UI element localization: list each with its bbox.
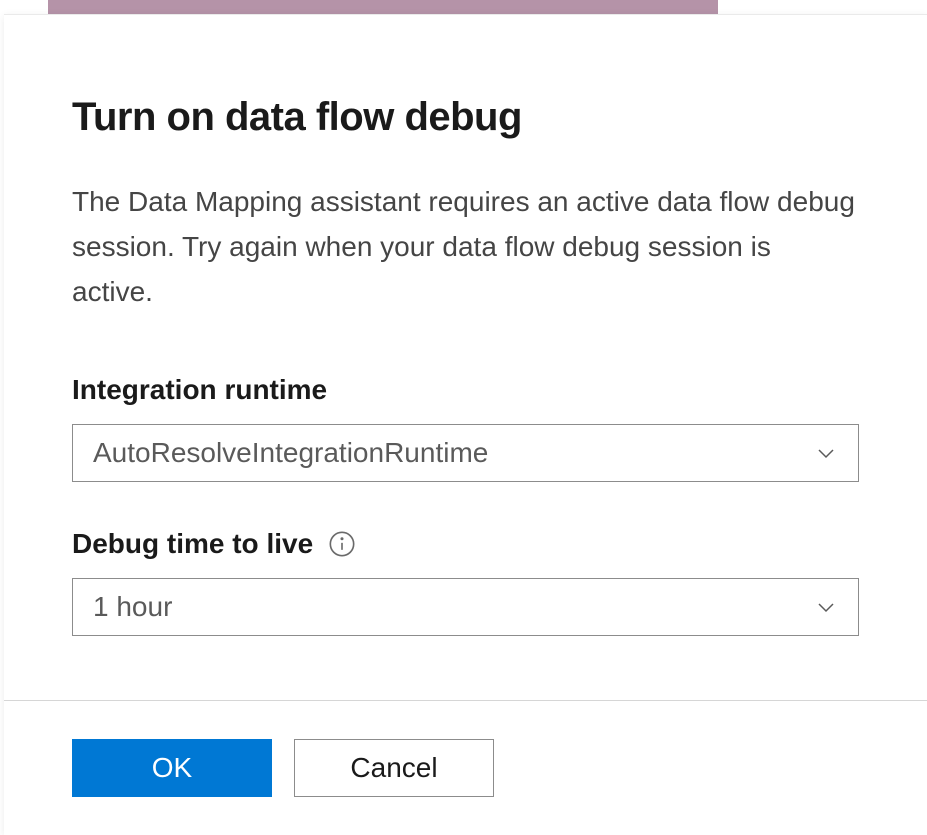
debug-ttl-label: Debug time to live [72,528,859,560]
dialog-title: Turn on data flow debug [72,95,859,140]
integration-runtime-value: AutoResolveIntegrationRuntime [93,437,488,469]
integration-runtime-group: Integration runtime AutoResolveIntegrati… [72,374,859,482]
dialog-content: Turn on data flow debug The Data Mapping… [4,15,927,636]
integration-runtime-dropdown[interactable]: AutoResolveIntegrationRuntime [72,424,859,482]
chevron-down-icon [814,441,838,465]
integration-runtime-label-text: Integration runtime [72,374,327,406]
debug-ttl-group: Debug time to live 1 hour [72,528,859,636]
debug-ttl-dropdown[interactable]: 1 hour [72,578,859,636]
debug-ttl-value: 1 hour [93,591,172,623]
ok-button[interactable]: OK [72,739,272,797]
info-icon[interactable] [327,529,357,559]
debug-dialog: Turn on data flow debug The Data Mapping… [4,14,927,835]
dialog-description: The Data Mapping assistant requires an a… [72,180,859,314]
progress-bar [48,0,718,14]
integration-runtime-label: Integration runtime [72,374,859,406]
cancel-button[interactable]: Cancel [294,739,494,797]
dialog-footer: OK Cancel [4,700,927,835]
chevron-down-icon [814,595,838,619]
debug-ttl-label-text: Debug time to live [72,528,313,560]
